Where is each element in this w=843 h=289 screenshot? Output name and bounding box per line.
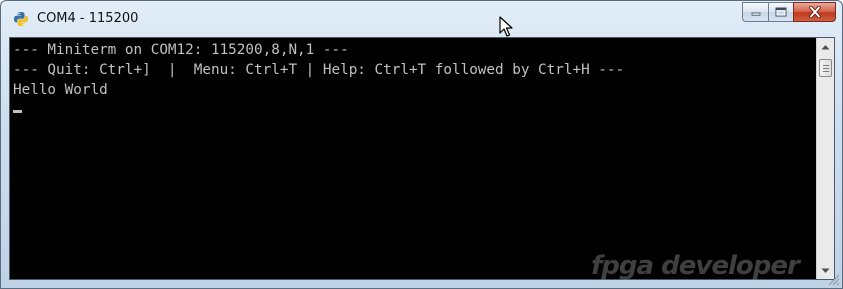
window-title: COM4 - 115200 — [37, 11, 139, 26]
mouse-pointer-icon — [499, 16, 513, 37]
maximize-icon — [775, 7, 787, 17]
close-icon — [808, 6, 821, 18]
grip-line — [823, 68, 829, 69]
console-line: Hello World — [13, 82, 108, 98]
grip-line — [823, 65, 829, 66]
title-bar[interactable]: COM4 - 115200 — [1, 1, 842, 37]
chevron-up-icon — [821, 44, 830, 49]
minimize-icon — [751, 12, 760, 16]
maximize-button[interactable] — [768, 2, 793, 22]
console-area[interactable]: --- Miniterm on COM12: 115200,8,N,1 --- -… — [9, 37, 835, 280]
console-line: --- Miniterm on COM12: 115200,8,N,1 --- — [13, 42, 349, 58]
text-cursor — [13, 110, 22, 113]
minimize-button[interactable] — [742, 2, 768, 22]
scroll-thumb[interactable] — [819, 59, 832, 77]
python-icon — [14, 12, 28, 26]
watermark: fpga developer — [591, 251, 800, 281]
resize-grip-icon[interactable] — [825, 271, 841, 287]
console-output: --- Miniterm on COM12: 115200,8,N,1 --- -… — [13, 40, 813, 113]
caption-buttons — [742, 2, 836, 24]
console-window: COM4 - 115200 --- Miniterm on COM12: 115… — [0, 0, 843, 289]
grip-line — [823, 71, 829, 72]
vertical-scrollbar[interactable] — [816, 38, 834, 279]
scroll-up-button[interactable] — [817, 38, 834, 55]
console-line: --- Quit: Ctrl+] | Menu: Ctrl+T | Help: … — [13, 62, 625, 78]
close-button[interactable] — [793, 2, 836, 22]
